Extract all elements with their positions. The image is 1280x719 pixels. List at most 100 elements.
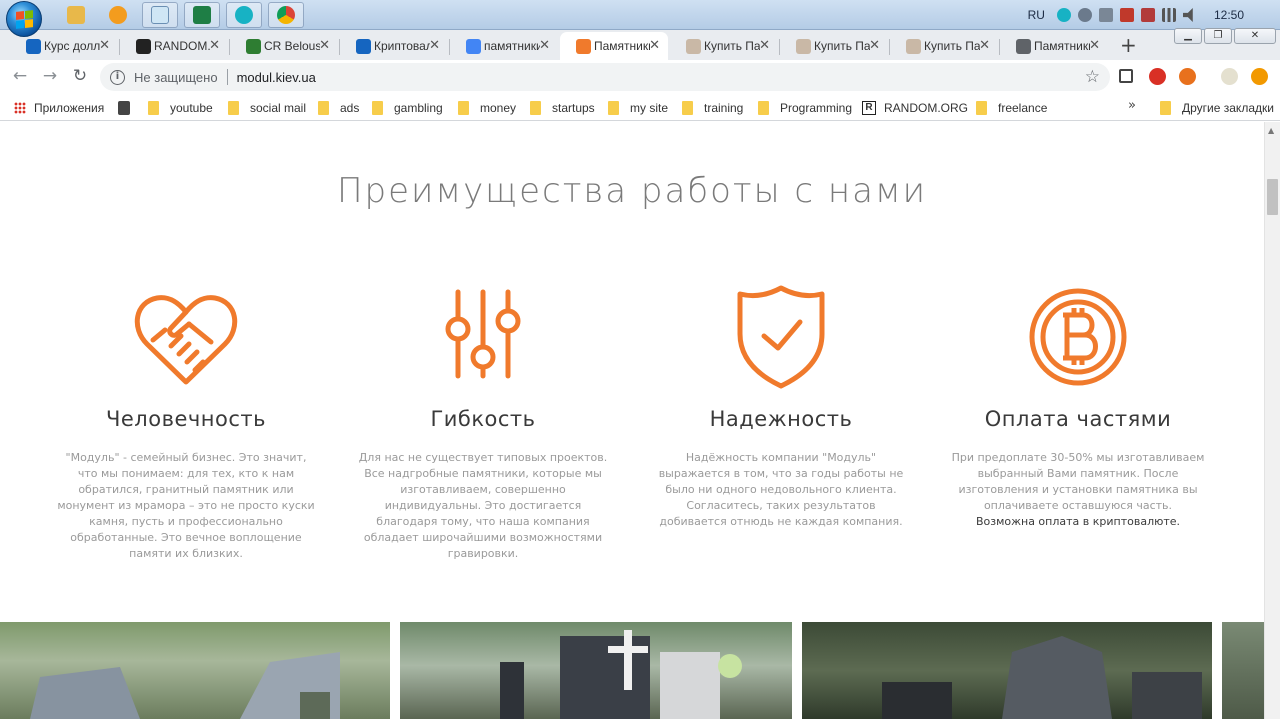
- network-signal-icon[interactable]: [1161, 8, 1176, 22]
- bookmark-item[interactable]: ads: [318, 99, 359, 116]
- bookmark-label: social mail: [250, 100, 307, 115]
- bookmark-item[interactable]: my site: [608, 99, 668, 116]
- gallery-photo[interactable]: [1222, 622, 1264, 719]
- taskbar-excel[interactable]: [184, 2, 220, 28]
- globe-icon: [1016, 39, 1031, 54]
- window-controls: ▁ ❐ ✕: [1172, 28, 1276, 44]
- reload-button[interactable]: ↻: [70, 66, 90, 86]
- restore-button[interactable]: ❐: [1204, 28, 1232, 44]
- bookmark-item[interactable]: training: [682, 99, 743, 116]
- tab-close-icon[interactable]: ✕: [429, 38, 440, 53]
- address-bar[interactable]: i Не защищено modul.kiev.ua ☆: [100, 63, 1110, 91]
- start-button[interactable]: [6, 1, 42, 37]
- minimize-button[interactable]: ▁: [1174, 28, 1202, 44]
- browser-tab[interactable]: Купить Памятник✕: [890, 32, 998, 60]
- tab-close-icon[interactable]: ✕: [979, 38, 990, 53]
- profile-avatar[interactable]: [1221, 68, 1238, 85]
- bookmark-item[interactable]: freelance: [976, 99, 1047, 116]
- language-indicator[interactable]: RU: [1028, 8, 1045, 22]
- info-icon[interactable]: i: [110, 69, 125, 85]
- taskbar-file-explorer[interactable]: [58, 2, 94, 28]
- extension-fire-icon[interactable]: [1179, 68, 1196, 85]
- shield-tray-icon[interactable]: [1098, 8, 1113, 22]
- browser-tab[interactable]: CR Belousov✕: [230, 32, 338, 60]
- google-icon: [466, 39, 481, 54]
- feature-text: Надёжность компании "Модуль" выражается …: [652, 450, 910, 530]
- taskbar-chrome[interactable]: [268, 2, 304, 28]
- tab-close-icon[interactable]: ✕: [759, 38, 770, 53]
- new-tab-button[interactable]: +: [1120, 33, 1137, 57]
- tab-close-icon[interactable]: ✕: [99, 38, 110, 53]
- back-button[interactable]: ←: [10, 66, 30, 86]
- taskbar-notepad[interactable]: [142, 2, 178, 28]
- browser-tab[interactable]: Купить Памятник✕: [670, 32, 778, 60]
- calculator-icon: [118, 100, 130, 115]
- folder-icon: [976, 100, 987, 115]
- bookmark-item[interactable]: gambling: [372, 99, 443, 116]
- browser-tab[interactable]: Памятники ✕: [1000, 32, 1108, 60]
- tab-close-icon[interactable]: ✕: [319, 38, 330, 53]
- bookmark-item[interactable]: Приложения: [14, 99, 104, 116]
- cloud-icon[interactable]: [1077, 8, 1092, 22]
- bookmark-item[interactable]: youtube: [148, 99, 213, 116]
- cr-icon: [246, 39, 261, 54]
- browser-tab[interactable]: Криптовалюты✕: [340, 32, 448, 60]
- bookmark-label: startups: [552, 100, 595, 115]
- gallery-photo[interactable]: [0, 622, 390, 719]
- browser-tab[interactable]: Купить Памятник✕: [780, 32, 888, 60]
- gallery-photo[interactable]: [802, 622, 1212, 719]
- more-bookmarks-button[interactable]: »: [1128, 98, 1136, 113]
- tm-icon: [686, 39, 701, 54]
- bookmark-item[interactable]: R RANDOM.ORG: [862, 99, 968, 116]
- security-label[interactable]: Не защищено: [134, 70, 218, 85]
- taskbar-media-player[interactable]: [100, 2, 136, 28]
- page-scrollbar[interactable]: ▲: [1264, 122, 1280, 719]
- tab-close-icon[interactable]: ✕: [1089, 38, 1100, 53]
- tm-icon: [906, 39, 921, 54]
- sliders-icon: [445, 289, 521, 379]
- browser-tab[interactable]: RANDOM.ORG✕: [120, 32, 228, 60]
- chrome-icon: [277, 6, 295, 24]
- browser-tab[interactable]: памятники ✕: [450, 32, 558, 60]
- clock[interactable]: 12:50: [1214, 8, 1244, 22]
- tab-close-icon[interactable]: ✕: [539, 38, 550, 53]
- windows-logo-icon: [16, 10, 33, 29]
- no-camera-icon[interactable]: [1119, 8, 1134, 22]
- adblock-icon[interactable]: [1149, 68, 1166, 85]
- kodi-icon: [235, 6, 253, 24]
- tab-close-icon[interactable]: ✕: [869, 38, 880, 53]
- bookmark-item[interactable]: startups: [530, 99, 595, 116]
- feature-text: "Модуль" - семейный бизнес. Это значит, …: [57, 450, 315, 562]
- tab-close-icon[interactable]: ✕: [209, 38, 220, 53]
- folder-icon: [67, 6, 85, 24]
- volume-icon[interactable]: [1182, 8, 1193, 22]
- gallery-photo[interactable]: [400, 622, 792, 719]
- close-window-button[interactable]: ✕: [1234, 28, 1276, 44]
- other-bookmarks[interactable]: Другие закладки: [1160, 99, 1274, 116]
- taskbar-kodi[interactable]: [226, 2, 262, 28]
- feature-body: Надёжность компании "Модуль" выражается …: [658, 451, 904, 528]
- update-alert-icon[interactable]: [1251, 68, 1268, 85]
- photo-gallery: [0, 622, 1264, 719]
- feature-flexibility: Гибкость Для нас не существует типовых п…: [353, 282, 613, 562]
- extension-cube-icon[interactable]: [1119, 69, 1133, 83]
- bookmark-item[interactable]: money: [458, 99, 516, 116]
- bookmark-label: Приложения: [34, 100, 105, 115]
- tab-title: Памятники: [1034, 39, 1090, 53]
- folder-icon: [148, 100, 159, 115]
- tab-close-icon[interactable]: ✕: [649, 38, 660, 53]
- bookmark-item[interactable]: social mail: [228, 99, 306, 116]
- kodi-tray-icon[interactable]: [1056, 8, 1071, 22]
- bookmark-item[interactable]: Programming: [758, 99, 852, 116]
- bookmark-item[interactable]: [118, 99, 140, 116]
- scroll-thumb[interactable]: [1267, 179, 1278, 215]
- tab-title: Купить Памятник: [814, 39, 870, 53]
- forward-button[interactable]: →: [40, 66, 60, 86]
- scroll-up-arrow-icon[interactable]: ▲: [1268, 126, 1274, 135]
- feature-text: Для нас не существует типовых проектов. …: [354, 450, 612, 562]
- bookmark-label: Programming: [780, 100, 853, 115]
- browser-tab[interactable]: Памятники ✕: [560, 32, 668, 60]
- url-text[interactable]: modul.kiev.ua: [237, 70, 316, 85]
- bookmark-star-icon[interactable]: ☆: [1085, 67, 1100, 87]
- flag-icon[interactable]: [1140, 8, 1155, 22]
